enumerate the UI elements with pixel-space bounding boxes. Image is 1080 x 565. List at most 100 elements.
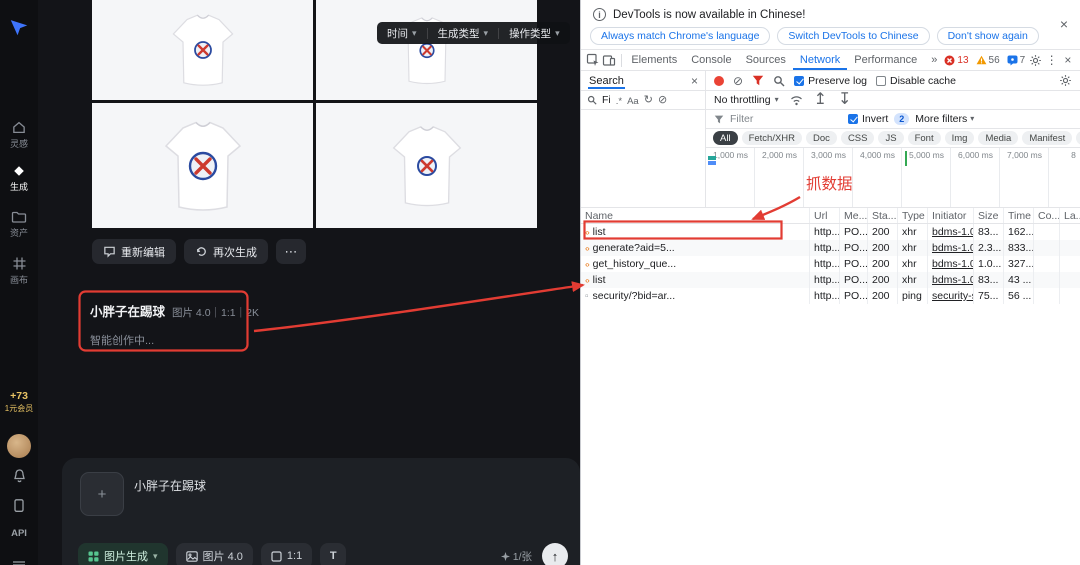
- invert-checkbox[interactable]: Invert: [848, 113, 888, 125]
- filter-chip[interactable]: All: [713, 131, 738, 145]
- request-initiator-link[interactable]: security-se: [932, 290, 974, 302]
- preserve-log-checkbox[interactable]: Preserve log: [794, 75, 867, 87]
- device-toolbar-icon[interactable]: [601, 54, 617, 67]
- generated-image[interactable]: [316, 0, 537, 100]
- close-devtools-icon[interactable]: [1060, 54, 1076, 66]
- more-actions-button[interactable]: [276, 239, 306, 264]
- close-search-icon[interactable]: [691, 75, 698, 87]
- column-header-status[interactable]: Sta...: [868, 208, 898, 223]
- devtools-tab[interactable]: Elements: [624, 50, 684, 70]
- filter-chip[interactable]: Media: [978, 131, 1018, 145]
- notice-action-button[interactable]: Don't show again: [937, 27, 1039, 45]
- export-har-icon[interactable]: [838, 92, 851, 108]
- generated-image[interactable]: [92, 0, 313, 100]
- column-header-name[interactable]: Name: [581, 208, 810, 223]
- inspect-element-icon[interactable]: [585, 53, 601, 67]
- filter-time-dropdown[interactable]: 时间: [377, 26, 427, 41]
- record-button[interactable]: [714, 76, 724, 86]
- filter-op-type-dropdown[interactable]: 操作类型: [499, 26, 570, 41]
- regenerate-button[interactable]: 再次生成: [184, 239, 268, 264]
- filter-chip[interactable]: JS: [878, 131, 903, 145]
- mode-select[interactable]: 图片生成: [78, 543, 168, 565]
- filter-chip[interactable]: Img: [945, 131, 975, 145]
- column-header-method[interactable]: Me...: [840, 208, 868, 223]
- column-header-time[interactable]: Time: [1004, 208, 1034, 223]
- filter-toggle-icon[interactable]: [752, 75, 764, 86]
- network-request-row[interactable]: get_history_que... http... PO... 200 xhr…: [581, 256, 1080, 272]
- filter-chip[interactable]: CSS: [841, 131, 875, 145]
- generate-button[interactable]: [542, 543, 568, 565]
- search-query-input[interactable]: Fi: [602, 94, 611, 106]
- settings-gear-icon[interactable]: [1027, 54, 1043, 67]
- composer-prompt-text[interactable]: 小胖子在踢球: [134, 477, 206, 494]
- warning-count-badge[interactable]: 56: [976, 55, 1000, 66]
- column-header-la[interactable]: La...: [1060, 208, 1080, 223]
- network-request-row[interactable]: security/?bid=ar... http... PO... 200 pi…: [581, 288, 1080, 304]
- filter-input[interactable]: Filter: [730, 113, 842, 125]
- model-select[interactable]: 图片 4.0: [176, 543, 253, 565]
- filter-chip[interactable]: Doc: [806, 131, 837, 145]
- sidebar-item-assets[interactable]: 资产: [0, 210, 38, 239]
- generation-status-card[interactable]: 小胖子在踢球 图片 4.0｜1:1｜2K 智能创作中...: [90, 301, 259, 348]
- throttling-select[interactable]: No throttling: [714, 94, 779, 106]
- menu-icon[interactable]: [0, 556, 38, 565]
- network-settings-gear-icon[interactable]: [1059, 74, 1072, 87]
- error-count-badge[interactable]: 13: [944, 55, 968, 66]
- generated-image[interactable]: [92, 103, 313, 228]
- network-conditions-icon[interactable]: [790, 95, 803, 106]
- more-filters-button[interactable]: More filters: [915, 113, 974, 125]
- issues-count-badge[interactable]: 7: [1007, 55, 1026, 66]
- column-header-type[interactable]: Type: [898, 208, 928, 223]
- api-link[interactable]: API: [0, 528, 38, 539]
- text-tool-button[interactable]: [320, 543, 346, 565]
- generated-image[interactable]: [316, 103, 537, 228]
- column-header-size[interactable]: Size: [974, 208, 1004, 223]
- network-overview-timeline[interactable]: 1,000 ms2,000 ms3,000 ms4,000 ms5,000 ms…: [706, 148, 1080, 207]
- notice-action-button[interactable]: Always match Chrome's language: [590, 27, 770, 45]
- user-avatar[interactable]: [7, 434, 31, 458]
- column-header-url[interactable]: Url: [810, 208, 840, 223]
- app-logo-icon[interactable]: [8, 16, 30, 43]
- sidebar-item-inspiration[interactable]: 灵感: [0, 120, 38, 150]
- close-notice-icon[interactable]: [1060, 17, 1068, 31]
- search-icon[interactable]: [773, 75, 785, 87]
- column-header-initiator[interactable]: Initiator: [928, 208, 974, 223]
- notifications-bell-icon[interactable]: [0, 468, 38, 488]
- filter-chip[interactable]: WS: [1076, 131, 1080, 145]
- sidebar-item-generate[interactable]: 生成: [0, 164, 38, 193]
- search-tab[interactable]: Search: [588, 73, 625, 89]
- disable-cache-checkbox[interactable]: Disable cache: [876, 75, 956, 87]
- device-icon[interactable]: [0, 498, 38, 518]
- reedit-button[interactable]: 重新编辑: [92, 239, 176, 264]
- match-case-icon[interactable]: [627, 92, 639, 108]
- request-initiator-link[interactable]: bdms-1.0.0: [932, 274, 974, 286]
- more-tabs-icon[interactable]: [924, 50, 944, 70]
- network-request-row[interactable]: generate?aid=5... http... PO... 200 xhr …: [581, 240, 1080, 256]
- import-har-icon[interactable]: [814, 92, 827, 108]
- filter-chip[interactable]: Fetch/XHR: [742, 131, 802, 145]
- clear-log-icon[interactable]: [733, 75, 743, 87]
- clear-search-icon[interactable]: [658, 95, 667, 106]
- devtools-tab[interactable]: Network: [793, 50, 847, 70]
- devtools-tab[interactable]: Sources: [739, 50, 793, 70]
- sidebar-item-canvas[interactable]: 画布: [0, 256, 38, 286]
- issues-icon: [1007, 55, 1018, 66]
- network-request-row[interactable]: list http... PO... 200 xhr bdms-1.0.0 83…: [581, 224, 1080, 240]
- membership-badge[interactable]: +73 1元会员: [0, 390, 38, 414]
- devtools-tab[interactable]: Console: [684, 50, 738, 70]
- request-initiator-link[interactable]: bdms-1.0.0: [932, 258, 974, 270]
- filter-chip[interactable]: Font: [908, 131, 941, 145]
- column-header-co[interactable]: Co...: [1034, 208, 1060, 223]
- refresh-search-icon[interactable]: [644, 95, 653, 106]
- notice-action-button[interactable]: Switch DevTools to Chinese: [777, 27, 929, 45]
- ratio-select[interactable]: 1:1: [261, 543, 312, 565]
- network-request-row[interactable]: list http... PO... 200 xhr bdms-1.0.0 83…: [581, 272, 1080, 288]
- request-initiator-link[interactable]: bdms-1.0.0: [932, 226, 974, 238]
- reference-image-thumb[interactable]: [80, 472, 124, 516]
- filter-gen-type-dropdown[interactable]: 生成类型: [428, 26, 499, 41]
- filter-chip[interactable]: Manifest: [1022, 131, 1072, 145]
- regex-toggle-icon[interactable]: [616, 92, 622, 108]
- kebab-menu-icon[interactable]: [1043, 54, 1059, 66]
- request-initiator-link[interactable]: bdms-1.0.0: [932, 242, 974, 254]
- devtools-tab[interactable]: Performance: [847, 50, 924, 70]
